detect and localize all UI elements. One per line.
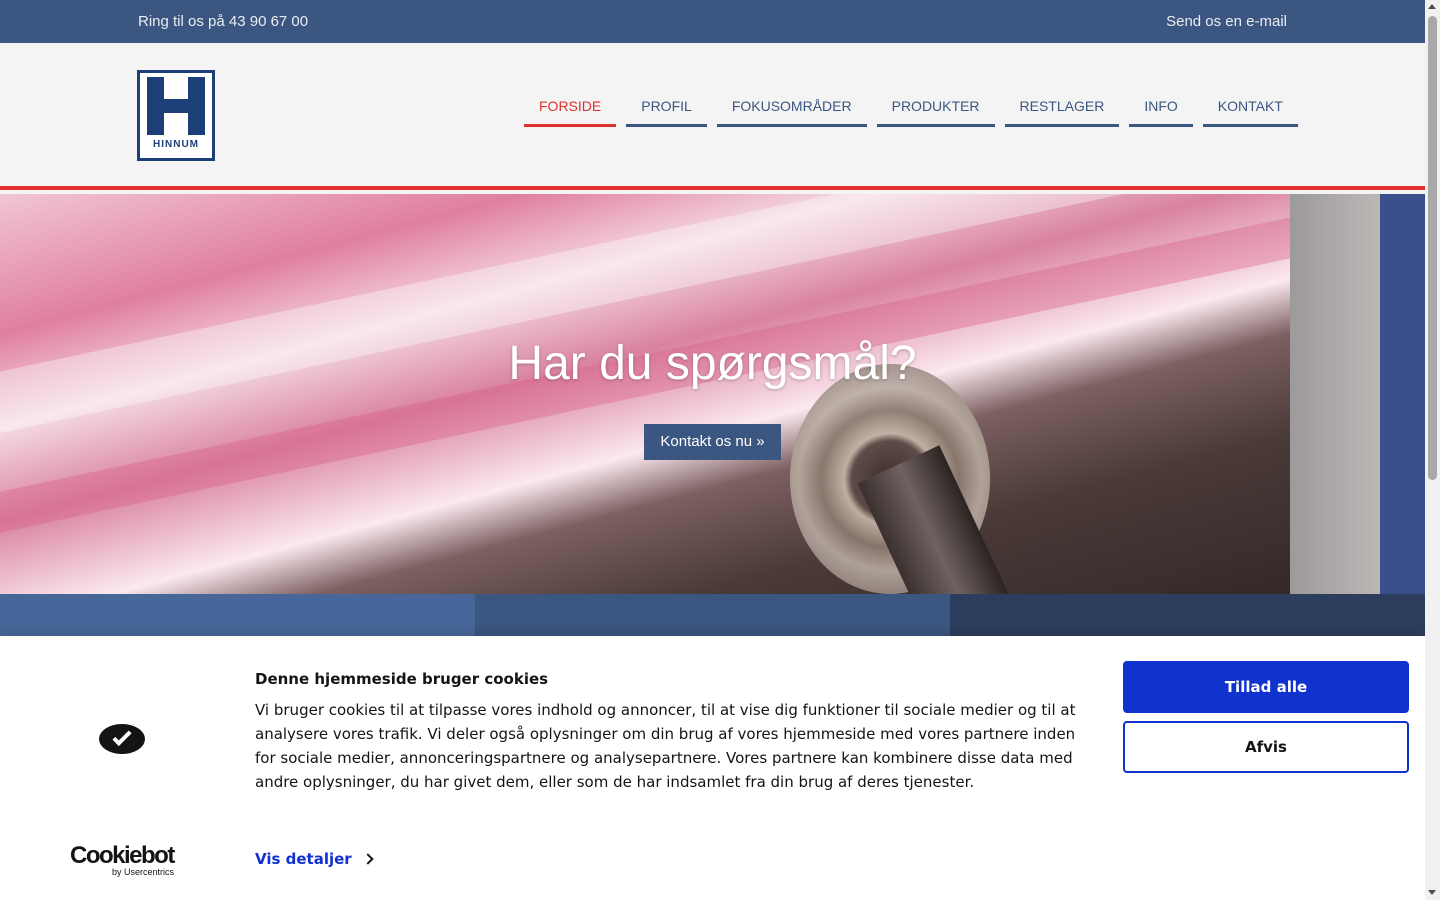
allow-all-button[interactable]: Tillad alle xyxy=(1123,661,1409,713)
feature-column-2[interactable] xyxy=(475,594,950,638)
page: Ring til os på 43 90 67 00 Send os en e-… xyxy=(0,0,1425,900)
cookiebot-logo[interactable]: Cookiebot by Usercentrics xyxy=(70,842,175,878)
show-details-link[interactable]: Vis detaljer xyxy=(255,850,374,868)
logo-name: HINNUM xyxy=(153,139,199,150)
cookie-banner: Cookiebot by Usercentrics Denne hjemmesi… xyxy=(0,636,1425,900)
hinnum-logo[interactable]: HINNUM xyxy=(137,70,215,161)
nav-item-fokusomrader[interactable]: FOKUSOMRÅDER xyxy=(716,98,867,127)
feature-strip xyxy=(0,594,1425,638)
hero-image-blue-panel xyxy=(1380,194,1425,594)
phone-link[interactable]: Ring til os på 43 90 67 00 xyxy=(138,13,308,30)
hero-image-streak xyxy=(0,194,1390,450)
email-link[interactable]: Send os en e-mail xyxy=(1166,13,1287,30)
scroll-down-arrow-icon[interactable] xyxy=(1428,890,1436,895)
scroll-up-arrow-icon[interactable] xyxy=(1428,4,1436,9)
nav-item-restlager[interactable]: RESTLAGER xyxy=(1004,98,1120,127)
nav-item-info[interactable]: INFO xyxy=(1129,98,1193,127)
cookie-body: Vi bruger cookies til at tilpasse vores … xyxy=(255,701,1076,791)
top-bar: Ring til os på 43 90 67 00 Send os en e-… xyxy=(0,0,1425,43)
feature-column-1[interactable] xyxy=(0,594,475,638)
scrollbar[interactable] xyxy=(1425,0,1440,900)
chevron-right-icon xyxy=(362,853,374,865)
feature-column-3[interactable] xyxy=(950,594,1425,638)
site-header: HINNUM FORSIDE PROFIL FOKUSOMRÅDER PRODU… xyxy=(0,43,1425,190)
cookiebot-badge-icon xyxy=(99,720,145,756)
show-details-label: Vis detaljer xyxy=(255,850,352,868)
cookie-title: Denne hjemmeside bruger cookies xyxy=(255,670,549,688)
scrollbar-thumb[interactable] xyxy=(1428,16,1437,480)
nav-item-kontakt[interactable]: KONTAKT xyxy=(1202,98,1298,127)
nav-item-forside[interactable]: FORSIDE xyxy=(524,98,617,127)
nav-item-produkter[interactable]: PRODUKTER xyxy=(876,98,995,127)
deny-button[interactable]: Afvis xyxy=(1123,721,1409,773)
main-nav: FORSIDE PROFIL FOKUSOMRÅDER PRODUKTER RE… xyxy=(524,98,1298,127)
hero-heading: Har du spørgsmål? xyxy=(508,337,917,390)
cookiebot-wordmark: Cookiebot xyxy=(70,842,175,869)
logo-h-mark xyxy=(145,77,207,135)
contact-now-button[interactable]: Kontakt os nu » xyxy=(644,424,781,460)
nav-item-profil[interactable]: PROFIL xyxy=(626,98,707,127)
hero-banner: Har du spørgsmål? Kontakt os nu » xyxy=(0,194,1425,594)
